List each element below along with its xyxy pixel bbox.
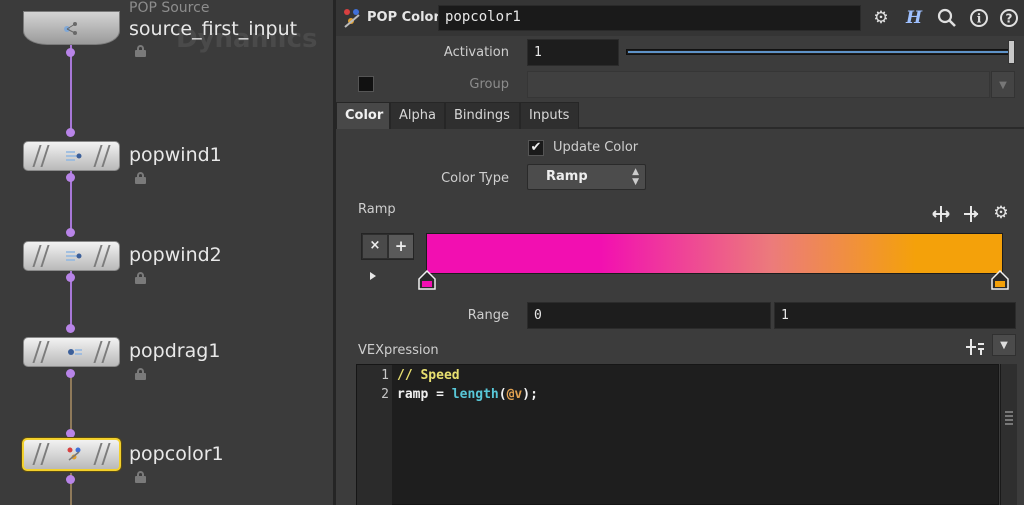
ramp-key-handle[interactable] xyxy=(418,270,436,290)
update-color-checkbox[interactable]: ✔ xyxy=(528,140,544,156)
lock-icon[interactable] xyxy=(135,172,146,184)
question-icon[interactable]: ? xyxy=(998,7,1020,29)
lock-icon[interactable] xyxy=(135,368,146,380)
output-connector[interactable] xyxy=(66,273,75,282)
svg-text:i: i xyxy=(977,12,982,26)
activation-slider-handle[interactable] xyxy=(1008,40,1015,64)
output-connector[interactable] xyxy=(66,369,75,378)
node-name-field[interactable]: popcolor1 xyxy=(438,5,861,31)
code-attribute: @v xyxy=(506,387,523,402)
group-field[interactable] xyxy=(527,71,990,98)
wire xyxy=(70,45,72,133)
node-type-label: POP Color xyxy=(367,10,440,25)
drag-icon xyxy=(68,349,82,355)
node-name-label[interactable]: popcolor1 xyxy=(129,443,224,465)
line-number-gutter: 1 2 xyxy=(357,365,392,505)
color-type-menu[interactable]: Ramp ▲ ▼ xyxy=(527,164,646,190)
ramp-key-icon[interactable] xyxy=(960,203,982,225)
parameter-header: POP Color popcolor1 ⚙ H i ? xyxy=(336,0,1024,36)
activation-field[interactable]: 1 xyxy=(527,39,619,66)
vex-code-editor[interactable]: 1 2 // Speed ramp = length(@v); xyxy=(356,364,999,505)
group-menu-button[interactable]: ▼ xyxy=(991,71,1015,98)
vex-snippet-icon[interactable] xyxy=(964,337,986,357)
wire xyxy=(70,373,72,435)
wind-icon xyxy=(66,151,82,161)
color-type-value: Ramp xyxy=(546,169,588,184)
ramp-key-handle[interactable] xyxy=(991,270,1009,290)
gear-icon[interactable]: ⚙ xyxy=(990,203,1012,225)
pop-color-icon xyxy=(344,9,360,28)
pop-source-icon xyxy=(64,22,77,35)
lock-icon[interactable] xyxy=(135,471,146,483)
vex-menu-button[interactable]: ▼ xyxy=(992,334,1016,356)
lock-icon[interactable] xyxy=(135,272,146,284)
network-pane[interactable]: Dynamics POP Source source_first_input p… xyxy=(0,0,333,505)
tab-bindings[interactable]: Bindings xyxy=(445,102,520,129)
updown-arrow-icon: ▲ ▼ xyxy=(632,167,639,187)
color-ramp-bar[interactable] xyxy=(426,233,1003,274)
parameter-tabs: Color Alpha Bindings Inputs xyxy=(336,102,1024,129)
node-type-label: POP Source xyxy=(129,0,210,16)
add-key-button[interactable]: + xyxy=(389,235,413,258)
activation-label: Activation xyxy=(443,45,509,60)
tab-alpha[interactable]: Alpha xyxy=(390,102,445,129)
update-color-label: Update Color xyxy=(553,140,639,155)
node-name-label[interactable]: popwind1 xyxy=(129,144,222,166)
input-connector[interactable] xyxy=(66,128,75,137)
code-token: ); xyxy=(522,387,538,402)
output-connector[interactable] xyxy=(66,475,75,484)
node-name-label[interactable]: popdrag1 xyxy=(129,340,220,362)
svg-text:?: ? xyxy=(1006,12,1013,26)
wind-icon xyxy=(66,251,82,261)
range-max-field[interactable]: 1 xyxy=(774,302,1016,329)
code-function: length xyxy=(451,387,499,402)
code-token: ramp = xyxy=(397,387,452,402)
code-comment: // Speed xyxy=(397,368,460,383)
node-popdrag1[interactable] xyxy=(23,337,120,367)
gear-icon[interactable]: ⚙ xyxy=(870,7,892,29)
code-line: ramp = length(@v); xyxy=(397,387,538,402)
range-min-field[interactable]: 0 xyxy=(527,302,771,329)
parameter-pane: POP Color popcolor1 ⚙ H i ? Activation 1… xyxy=(336,0,1024,505)
node-popwind2[interactable] xyxy=(23,241,120,271)
ramp-key-buttons: × + xyxy=(361,233,414,260)
ramp-label: Ramp xyxy=(358,202,396,217)
input-connector[interactable] xyxy=(66,324,75,333)
output-connector[interactable] xyxy=(66,173,75,182)
tab-inputs[interactable]: Inputs xyxy=(520,102,579,129)
node-name-label[interactable]: popwind2 xyxy=(129,244,222,266)
group-label: Group xyxy=(469,77,509,92)
node-source-first-input[interactable] xyxy=(23,11,120,45)
range-label: Range xyxy=(467,308,509,323)
line-number: 2 xyxy=(381,387,389,402)
input-connector[interactable] xyxy=(66,429,75,438)
vexpression-label: VEXpression xyxy=(358,343,439,358)
node-name-label[interactable]: source_first_input xyxy=(129,18,297,40)
vex-scrollbar[interactable] xyxy=(1000,364,1017,505)
ramp-distribute-icon[interactable] xyxy=(930,203,952,225)
code-token: ( xyxy=(498,387,507,402)
output-connector[interactable] xyxy=(66,48,75,57)
input-connector[interactable] xyxy=(66,228,75,237)
expand-triangle-icon[interactable] xyxy=(370,272,376,280)
tab-color[interactable]: Color xyxy=(336,102,390,129)
activation-slider[interactable] xyxy=(626,49,1013,55)
lock-icon[interactable] xyxy=(135,45,146,57)
search-icon[interactable] xyxy=(936,7,958,29)
line-number: 1 xyxy=(381,368,389,383)
node-popcolor1[interactable] xyxy=(22,438,121,471)
remove-key-button[interactable]: × xyxy=(363,235,387,258)
pop-color-icon xyxy=(67,447,81,461)
color-type-label: Color Type xyxy=(441,171,509,186)
group-checkbox[interactable] xyxy=(358,76,374,92)
help-h-icon[interactable]: H xyxy=(903,7,925,29)
info-icon[interactable]: i xyxy=(968,7,990,29)
node-popwind1[interactable] xyxy=(23,141,120,171)
